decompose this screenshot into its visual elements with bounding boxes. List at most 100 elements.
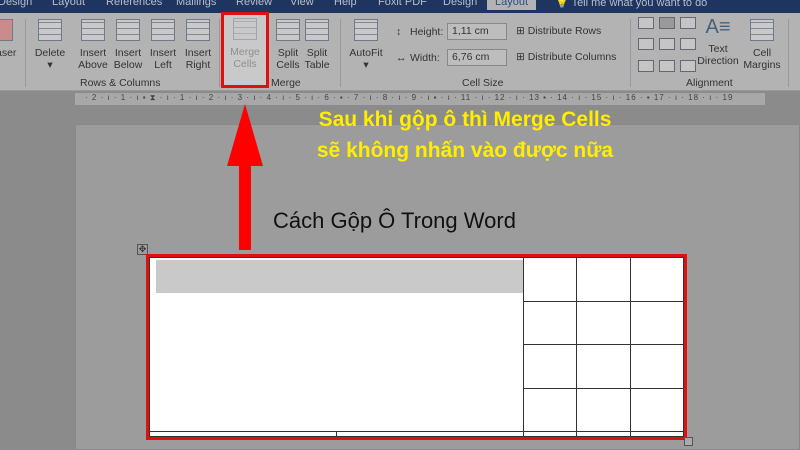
distribute-rows-button[interactable]: ⊞ Distribute Rows [516, 25, 601, 37]
split-cells-icon [276, 19, 300, 41]
text-direction-button[interactable]: A≡ Text Direction [695, 15, 741, 67]
red-arrow-shaft [239, 160, 251, 250]
insert-below-icon [116, 19, 140, 41]
table-cell[interactable] [576, 431, 631, 437]
table-cell[interactable] [522, 300, 578, 346]
divider [788, 19, 789, 87]
table-cell[interactable] [522, 257, 578, 302]
divider [219, 19, 220, 87]
autofit-label: AutoFit [349, 47, 383, 59]
merge-cells-button-highlight[interactable]: Merge Cells [221, 12, 269, 88]
cell-size-group-label: Cell Size [462, 77, 504, 89]
text-direction-icon: A≡ [705, 16, 731, 38]
split-cells-label-2: Cells [276, 59, 300, 71]
split-table-label-2: Table [304, 59, 330, 71]
autofit-icon [354, 19, 378, 41]
insert-left-icon [151, 19, 175, 41]
table-cell[interactable] [522, 387, 578, 433]
text-direction-label-2: Direction [697, 55, 739, 67]
annotation-text: Sau khi gộp ô thì Merge Cells sẽ không nh… [270, 104, 660, 166]
insert-below-button[interactable]: Insert Below [111, 19, 145, 71]
align-bottom-right-icon[interactable] [680, 59, 696, 72]
divider [25, 19, 26, 87]
ribbon-tabs: Design Layout References Mailings Review… [0, 0, 800, 13]
table-cell[interactable] [629, 344, 685, 389]
align-middle-right-icon[interactable] [680, 38, 696, 51]
tab-review[interactable]: Review [236, 0, 272, 8]
document-table [146, 254, 687, 440]
align-top-center-icon[interactable] [659, 17, 675, 29]
divider [630, 19, 631, 87]
merge-cells-label-2: Cells [233, 58, 257, 70]
divider [340, 19, 341, 87]
split-table-button[interactable]: Split Table [300, 19, 334, 71]
table-cell[interactable] [149, 431, 337, 437]
annotation-line-1: Sau khi gộp ô thì Merge Cells [318, 108, 612, 131]
table-cell[interactable] [629, 431, 685, 437]
insert-right-label-2: Right [185, 59, 211, 71]
annotation-line-2: sẽ không nhấn vào được nữa [316, 139, 614, 162]
merge-cells-button[interactable]: Merge Cells [224, 18, 266, 70]
distribute-columns-button[interactable]: ⊞ Distribute Columns [516, 51, 616, 63]
delete-button[interactable]: Delete ▾ [32, 19, 68, 71]
eraser-button[interactable]: aser [0, 19, 16, 59]
insert-below-label-1: Insert [114, 47, 142, 59]
merged-cell[interactable] [149, 256, 524, 433]
distribute-columns-label: Distribute Columns [527, 51, 617, 63]
merge-cells-label-1: Merge [230, 46, 260, 58]
insert-right-button[interactable]: Insert Right [181, 19, 215, 71]
table-cell[interactable] [629, 257, 685, 302]
table-cell[interactable] [522, 344, 578, 389]
table-cell[interactable] [576, 344, 631, 389]
table-cell[interactable] [522, 431, 578, 437]
table-resize-handle[interactable] [684, 437, 693, 446]
tab-layout[interactable]: Layout [52, 0, 85, 8]
align-bottom-left-icon[interactable] [638, 59, 654, 72]
eraser-icon [0, 19, 13, 41]
split-table-label-1: Split [306, 47, 328, 59]
insert-above-label-1: Insert [79, 47, 107, 59]
delete-table-icon [38, 19, 62, 41]
table-cell[interactable] [576, 300, 631, 346]
table-move-handle-icon[interactable]: ✥ [137, 244, 148, 255]
width-icon: ↔ [396, 52, 407, 64]
width-input[interactable]: 6,76 cm [447, 49, 507, 66]
width-label: Width: [410, 52, 440, 64]
tell-me-search[interactable]: 💡 Tell me what you want to do [555, 0, 707, 9]
align-bottom-center-icon[interactable] [659, 59, 675, 72]
insert-left-label-1: Insert [149, 47, 177, 59]
insert-above-button[interactable]: Insert Above [76, 19, 110, 71]
tab-help[interactable]: Help [334, 0, 357, 8]
insert-above-label-2: Above [78, 59, 108, 71]
align-middle-center-icon[interactable] [659, 38, 675, 51]
align-middle-left-icon[interactable] [638, 38, 654, 51]
delete-label: Delete [34, 47, 66, 59]
align-top-left-icon[interactable] [638, 17, 654, 29]
cell-alignment-grid [638, 17, 698, 75]
tab-view[interactable]: View [290, 0, 314, 8]
autofit-button[interactable]: AutoFit ▾ [346, 19, 386, 71]
table-cell[interactable] [629, 387, 685, 433]
insert-above-icon [81, 19, 105, 41]
height-label: Height: [410, 26, 444, 38]
align-top-right-icon[interactable] [680, 17, 696, 29]
cell-margins-label-1: Cell [752, 47, 772, 59]
insert-left-label-2: Left [154, 59, 172, 71]
tab-mailings[interactable]: Mailings [176, 0, 216, 8]
table-cell[interactable] [576, 257, 631, 302]
tab-design[interactable]: Design [0, 0, 32, 8]
tab-table-layout[interactable]: Layout [487, 0, 537, 10]
eraser-label: aser [0, 47, 17, 59]
cell-margins-button[interactable]: Cell Margins [740, 19, 784, 71]
tab-table-design[interactable]: Design [443, 0, 477, 8]
table-cell[interactable] [576, 387, 631, 433]
tab-foxit-pdf[interactable]: Foxit PDF [378, 0, 427, 8]
table-cell[interactable] [335, 431, 524, 437]
cell-margins-label-2: Margins [743, 59, 781, 71]
cell-margins-icon [750, 19, 774, 41]
red-arrow-head [227, 104, 263, 166]
insert-left-button[interactable]: Insert Left [146, 19, 180, 71]
tab-references[interactable]: References [106, 0, 162, 8]
height-input[interactable]: 1,11 cm [447, 23, 507, 40]
table-cell[interactable] [629, 300, 685, 346]
